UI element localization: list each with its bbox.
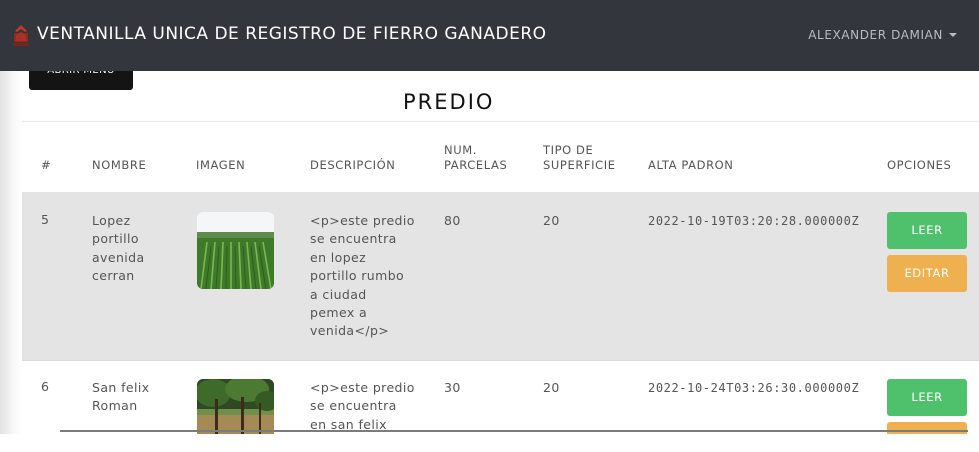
predio-thumbnail[interactable] [197,212,274,289]
user-menu-dropdown[interactable]: ALEXANDER DAMIAN [808,28,957,42]
row-surface: 20 [543,380,560,395]
row-name-line: cerran [92,268,135,284]
top-navbar: VENTANILLA UNICA DE REGISTRO DE FIERRO G… [0,0,979,71]
viewport-bottom-edge [0,434,979,452]
sidebar-edge-shadow [0,71,22,434]
brand-logo-icon[interactable] [10,24,32,48]
row-divider [22,360,979,361]
row-name-line: portillo [92,231,139,247]
row-description: <p>este predio se encuentra en san felix [310,379,415,434]
row-registered-date: 2022-10-24T03:26:30.000000Z [648,381,860,395]
app-title[interactable]: VENTANILLA UNICA DE REGISTRO DE FIERRO G… [37,24,547,44]
column-header-surface: TIPO DE SUPERFICIE [543,143,616,173]
column-header-options: OPCIONES [887,158,952,172]
column-header-image: IMAGEN [196,158,246,172]
page-title: PREDIO [403,90,495,114]
column-header-surface-line2: SUPERFICIE [543,158,616,172]
column-header-parcels-line1: NUM. [444,143,477,157]
row-name: Lopez portillo avenida cerran [92,212,145,286]
row-surface: 20 [543,213,560,228]
row-id: 6 [41,379,50,394]
read-button[interactable]: LEER [887,212,967,249]
column-header-parcels: NUM. PARCELAS [444,143,507,173]
row-description-line: portillo rumbo [310,268,405,284]
user-name: ALEXANDER DAMIAN [808,28,943,42]
read-button[interactable]: LEER [887,379,967,416]
row-description-line: se encuentra [310,231,397,247]
edit-button[interactable]: EDITAR [887,255,967,292]
row-description-line: <p>este predio [310,380,415,395]
row-parcels: 30 [444,380,461,395]
horizontal-scrollbar[interactable] [60,430,968,432]
row-id: 5 [41,212,50,227]
row-description-line: <p>este predio [310,213,415,228]
row-description-line: venida</p> [310,323,390,339]
row-description-line: a ciudad [310,286,367,302]
row-description-line: pemex a [310,305,368,321]
row-description-line: en lopez [310,249,367,265]
column-header-surface-line1: TIPO DE [543,143,594,157]
column-header-description: DESCRIPCIÓN [310,158,396,172]
column-header-name: NOMBRE [92,158,147,172]
row-registered-date: 2022-10-19T03:20:28.000000Z [648,214,860,228]
title-divider [22,121,979,122]
column-header-registered: ALTA PADRON [648,158,734,172]
row-name-line: Roman [92,398,138,414]
row-name-line: San felix [92,380,150,395]
row-description-line: se encuentra [310,398,397,414]
column-header-parcels-line2: PARCELAS [444,158,508,172]
row-name-line: avenida [92,249,145,265]
row-name-line: Lopez [92,213,131,228]
caret-down-icon [949,33,957,37]
column-header-num: # [41,158,52,172]
row-parcels: 80 [444,213,461,228]
row-description: <p>este predio se encuentra en lopez por… [310,212,415,341]
row-name: San felix Roman [92,379,150,416]
